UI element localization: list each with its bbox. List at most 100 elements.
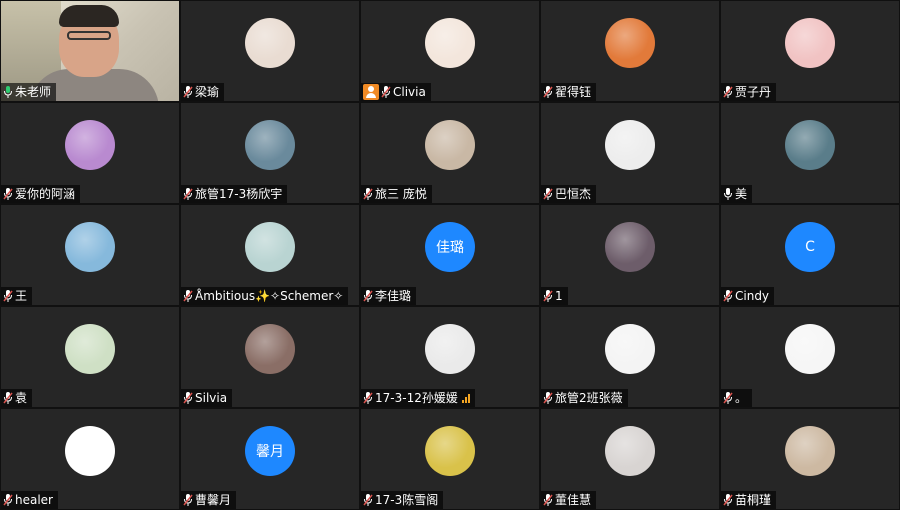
participant-tile[interactable]: 佳璐 李佳璐 [361,205,539,305]
mic-muted-icon [183,494,193,506]
mic-muted-icon [183,188,193,200]
name-label: 爱你的阿涵 [1,185,81,203]
name-label: 苗桐瑾 [721,491,777,509]
participant-tile[interactable]: 袁 [1,307,179,407]
participant-tile[interactable]: C Cindy [721,205,899,305]
participant-name: 美 [735,187,748,201]
name-label: Åmbitious✨✧Schemer✧ [181,287,349,305]
mic-muted-icon [723,494,733,506]
weak-signal-icon [461,393,470,403]
participant-name: 旅管2班张薇 [555,391,623,405]
dark-photo-avatar [605,222,655,272]
participant-tile[interactable]: Clivia [361,1,539,101]
mic-muted-icon [3,494,13,506]
initial-avatar: 馨月 [245,426,295,476]
name-label: 贾子丹 [721,83,777,101]
participant-name: 巴恒杰 [555,187,592,201]
participant-grid: 朱老师 梁瑜 Clivia 翟得钰 贾子丹 爱你的阿涵 旅管17-3杨欣宇 旅三… [0,0,900,510]
sunflower-photo-avatar [425,426,475,476]
sunset-flag-avatar [605,18,655,68]
name-label: 朱老师 [1,83,57,101]
participant-name: Clivia [393,85,426,99]
name-label: Clivia [361,83,431,101]
participant-name: 爱你的阿涵 [15,187,76,201]
participant-tile[interactable]: 贾子丹 [721,1,899,101]
mic-muted-icon [363,494,373,506]
participant-tile[interactable]: 巴恒杰 [541,103,719,203]
participant-name: 袁 [15,391,28,405]
mic-muted-icon [543,290,553,302]
mic-muted-icon [723,392,733,404]
participant-name: 贾子丹 [735,85,772,99]
participant-tile[interactable]: 董佳慧 [541,409,719,509]
participant-name: Åmbitious✨✧Schemer✧ [195,289,344,303]
dog-photo-avatar [245,120,295,170]
name-label: 巴恒杰 [541,185,597,203]
participant-name: 王 [15,289,28,303]
mic-muted-icon [723,86,733,98]
mic-muted-icon [363,392,373,404]
mic-muted-icon [183,290,193,302]
participant-tile[interactable]: 馨月 曹馨月 [181,409,359,509]
participant-name: 朱老师 [15,85,52,99]
doodle-figure-avatar [65,426,115,476]
baby-photo-avatar [245,18,295,68]
anime-photo-avatar [65,324,115,374]
name-label: 王 [1,287,33,305]
baby-phone-avatar [785,120,835,170]
name-label: 袁 [1,389,33,407]
participant-tile[interactable]: 17-3-12孙媛媛 [361,307,539,407]
participant-tile[interactable]: 翟得钰 [541,1,719,101]
participant-name: 翟得钰 [555,85,592,99]
participant-tile[interactable]: 旅三 庞悦 [361,103,539,203]
participant-tile[interactable]: Silvia [181,307,359,407]
name-label: 董佳慧 [541,491,597,509]
participant-tile[interactable]: 17-3陈雪阁 [361,409,539,509]
participant-tile[interactable]: 苗桐瑾 [721,409,899,509]
participant-name: healer [15,493,53,507]
kittens-photo-avatar [785,426,835,476]
name-label: 。 [721,389,753,407]
participant-name: 梁瑜 [195,85,220,99]
mic-muted-icon [381,86,391,98]
cartoon-pink-avatar [785,18,835,68]
manga-face-avatar [785,324,835,374]
mic-muted-icon [363,188,373,200]
mic-muted-icon [543,392,553,404]
participant-tile[interactable]: 旅管17-3杨欣宇 [181,103,359,203]
participant-tile[interactable]: 爱你的阿涵 [1,103,179,203]
participant-tile[interactable]: healer [1,409,179,509]
girl-white-avatar [425,324,475,374]
name-label: 1 [541,287,568,305]
participant-tile[interactable]: 朱老师 [1,1,179,101]
name-label: 翟得钰 [541,83,597,101]
name-label: 旅管17-3杨欣宇 [181,185,288,203]
name-label: 梁瑜 [181,83,225,101]
ship-photo-avatar [245,222,295,272]
participant-tile[interactable]: 1 [541,205,719,305]
name-label: 旅管2班张薇 [541,389,628,407]
participant-tile[interactable]: 梁瑜 [181,1,359,101]
participant-name: 1 [555,289,563,303]
mic-muted-icon [543,86,553,98]
participant-name: 董佳慧 [555,493,592,507]
cat-girl-avatar [605,426,655,476]
participant-tile[interactable]: 美 [721,103,899,203]
participant-tile[interactable]: Åmbitious✨✧Schemer✧ [181,205,359,305]
participant-tile[interactable]: 旅管2班张薇 [541,307,719,407]
name-label: 美 [721,185,753,203]
cartoon-girl-avatar [425,18,475,68]
name-label: healer [1,491,58,509]
participant-tile[interactable]: 。 [721,307,899,407]
name-label: Silvia [181,389,233,407]
participant-name: 李佳璐 [375,289,412,303]
participant-name: 旅管17-3杨欣宇 [195,187,283,201]
participant-name: 。 [735,391,748,405]
participant-name: Cindy [735,289,770,303]
participant-name: Silvia [195,391,228,405]
mic-muted-icon [3,290,13,302]
initial-avatar: 佳璐 [425,222,475,272]
participant-name: 旅三 庞悦 [375,187,427,201]
participant-name: 17-3-12孙媛媛 [375,391,458,405]
participant-tile[interactable]: 王 [1,205,179,305]
